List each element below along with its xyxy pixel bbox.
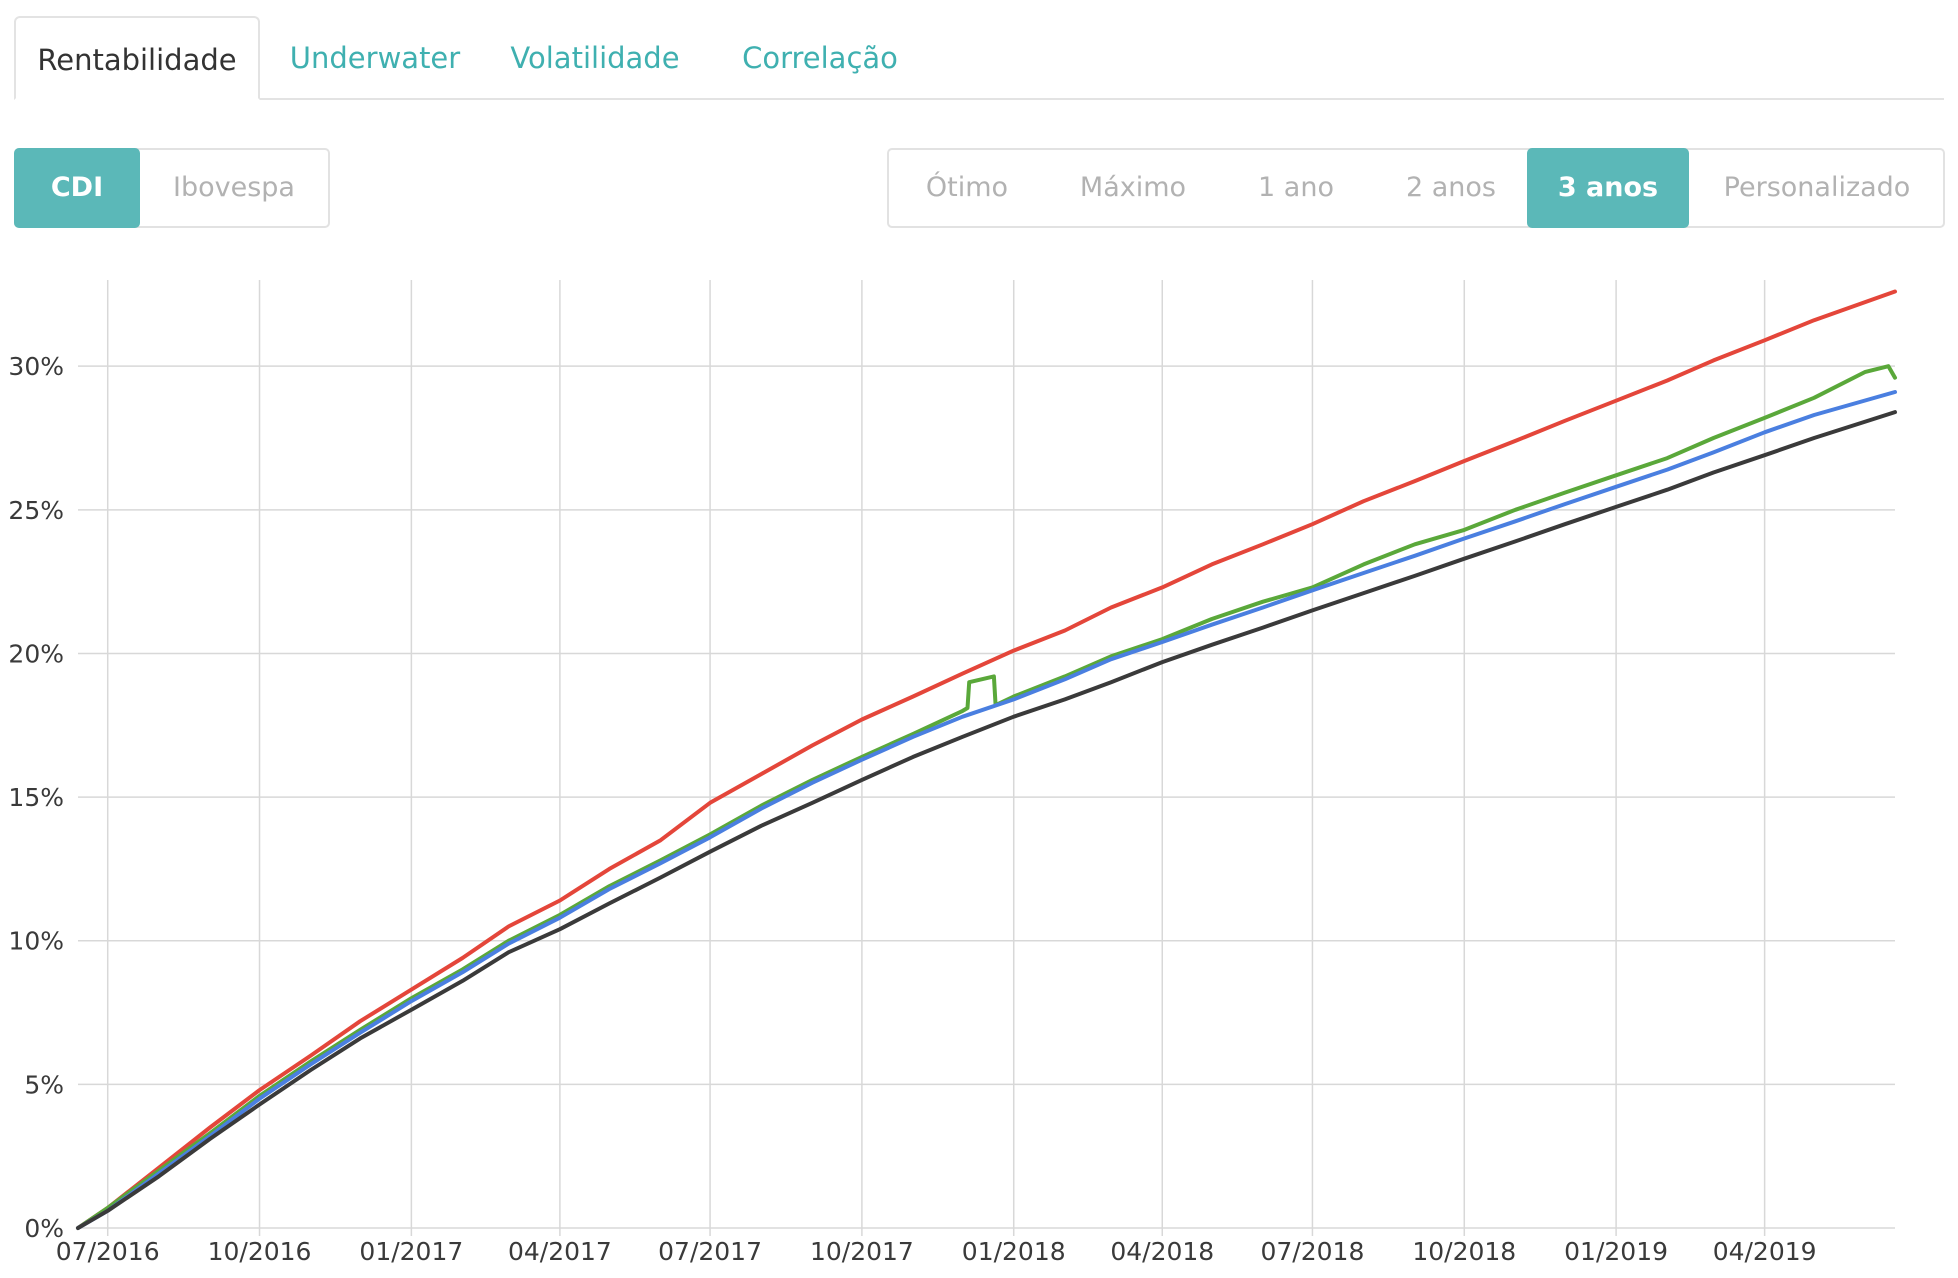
y-tick-label: 25%: [8, 496, 64, 525]
x-tick-label: 07/2016: [56, 1237, 160, 1266]
x-tick-label: 04/2017: [508, 1237, 612, 1266]
period-personalizado-button[interactable]: Personalizado: [1689, 148, 1945, 228]
chart-tabs: Rentabilidade Underwater Volatilidade Co…: [14, 16, 1944, 100]
series-layer: [76, 289, 1897, 1230]
x-tick-label: 10/2017: [810, 1237, 914, 1266]
period-1-ano-button[interactable]: 1 ano: [1221, 148, 1371, 228]
benchmark-ibovespa-button[interactable]: Ibovespa: [140, 148, 328, 228]
period-otimo-button[interactable]: Ótimo: [889, 148, 1045, 228]
y-tick-label: 10%: [8, 927, 64, 956]
y-tick-label: 5%: [24, 1070, 64, 1099]
tab-underwater[interactable]: Underwater: [270, 16, 480, 100]
y-tick-label: 20%: [8, 639, 64, 668]
x-tick-label: 04/2019: [1713, 1237, 1817, 1266]
x-axis-ticks: 07/2016 10/2016 01/2017 04/2017 07/2017 10/20…: [56, 1237, 1817, 1266]
tab-correlacao[interactable]: Correlação: [710, 16, 930, 100]
returns-line-chart: 0%5%10%15%20%25%30% 07/2016 10/2016 01/201…: [8, 280, 1897, 1266]
x-tick-label: 01/2019: [1564, 1237, 1668, 1266]
series-line-0: [76, 289, 1897, 1230]
x-tick-label: 04/2018: [1110, 1237, 1214, 1266]
series-line-3: [76, 410, 1897, 1230]
y-tick-label: 15%: [8, 783, 64, 812]
benchmark-toggle: CDI Ibovespa: [14, 148, 330, 228]
tab-volatilidade[interactable]: Volatilidade: [490, 16, 700, 100]
y-tick-label: 30%: [8, 352, 64, 381]
x-tick-label: 01/2018: [962, 1237, 1066, 1266]
period-maximo-button[interactable]: Máximo: [1045, 148, 1221, 228]
x-tick-label: 10/2018: [1412, 1237, 1516, 1266]
x-tick-label: 10/2016: [208, 1237, 312, 1266]
x-tick-label: 07/2017: [658, 1237, 762, 1266]
grid-layer: [78, 280, 1895, 1236]
series-line-2: [76, 390, 1897, 1230]
period-selector: Ótimo Máximo 1 ano 2 anos 3 anos Persona…: [887, 148, 1945, 228]
y-axis-ticks: 0%5%10%15%20%25%30%: [8, 352, 64, 1243]
x-tick-label: 07/2018: [1261, 1237, 1365, 1266]
period-2-anos-button[interactable]: 2 anos: [1371, 148, 1531, 228]
tab-rentabilidade[interactable]: Rentabilidade: [14, 16, 260, 100]
period-3-anos-button[interactable]: 3 anos: [1527, 148, 1689, 228]
benchmark-cdi-button[interactable]: CDI: [14, 148, 140, 228]
x-tick-label: 01/2017: [359, 1237, 463, 1266]
